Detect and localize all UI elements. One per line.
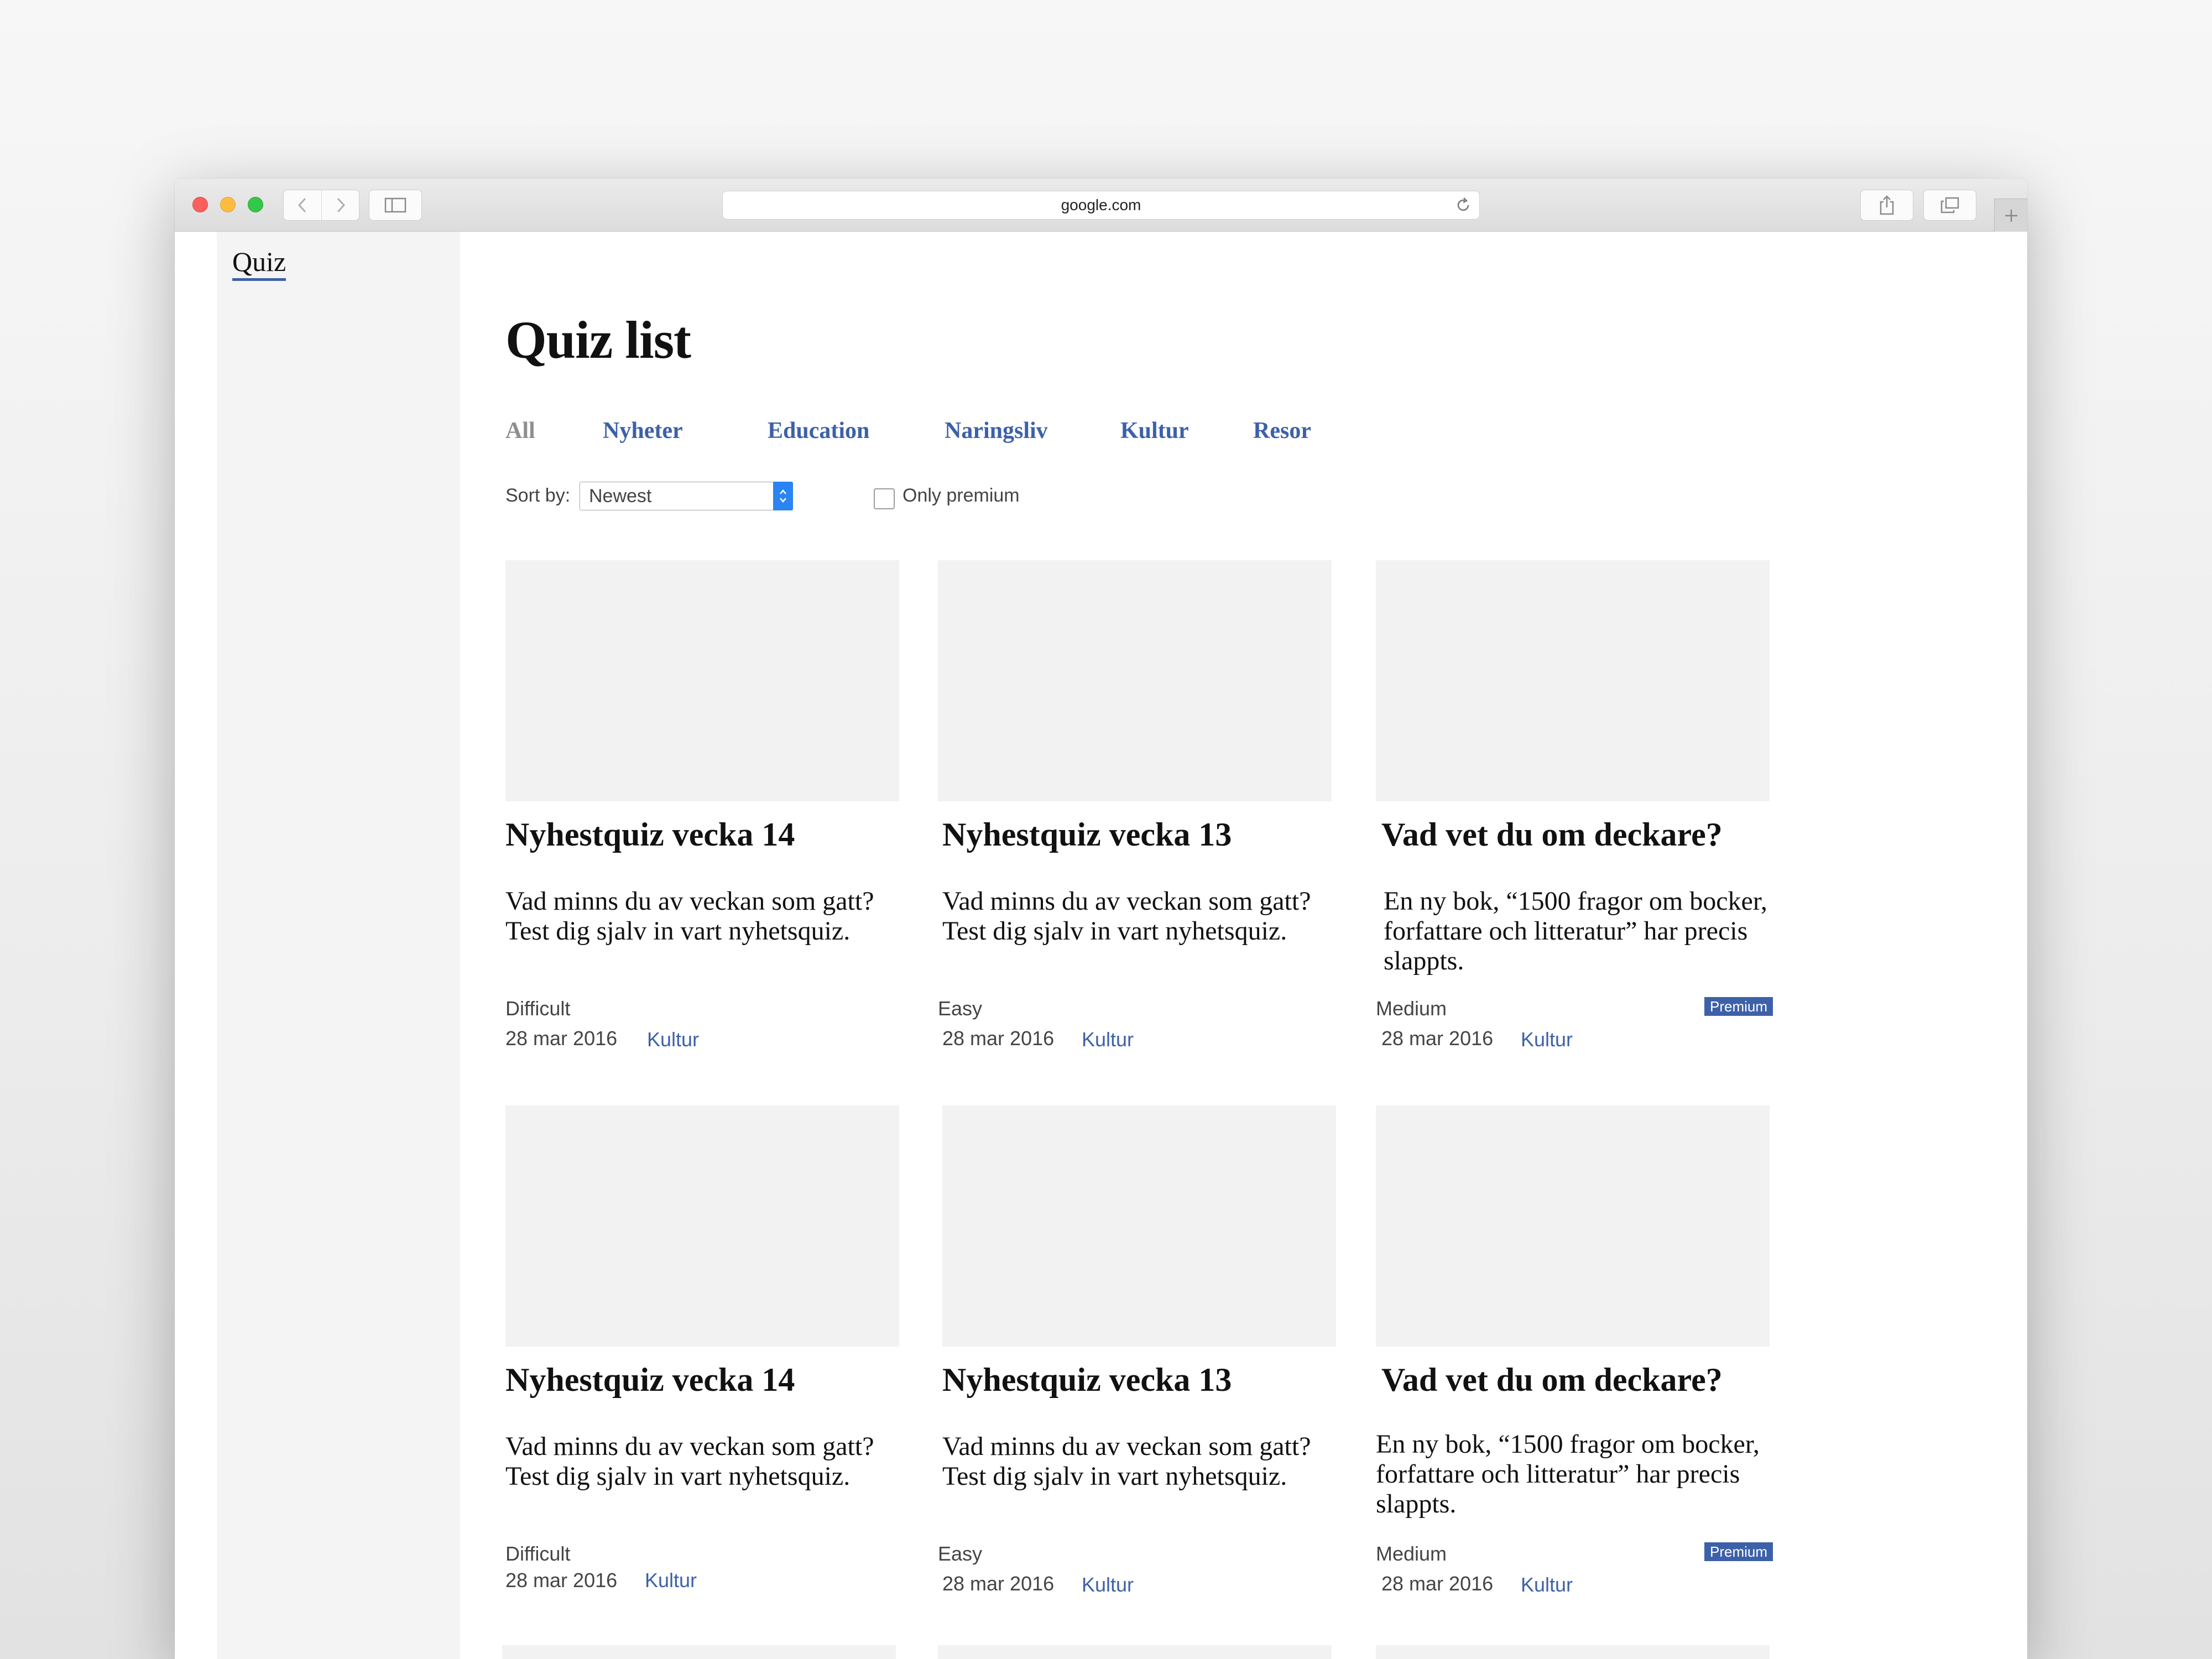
quiz-card[interactable]: Nyhestquiz vecka 13 Vad minns du av veck… — [938, 1105, 1336, 1636]
quiz-card-title[interactable]: Nyhestquiz vecka 13 — [942, 816, 1340, 854]
quiz-card[interactable]: Nyhestquiz vecka 14 Vad minns du av veck… — [505, 560, 899, 1091]
sort-select-value: Newest — [589, 486, 652, 507]
page-title: Quiz list — [505, 310, 691, 369]
quiz-card-description: En ny bok, “1500 fragor om bocker, forfa… — [1384, 886, 1767, 975]
quiz-card-description: En ny bok, “1500 fragor om bocker, forfa… — [1376, 1430, 1760, 1519]
quiz-card[interactable]: Vad vet du om deckare? En ny bok, “1500 … — [1376, 1105, 1773, 1636]
quiz-card-image[interactable] — [502, 1645, 896, 1659]
filter-education[interactable]: Education — [768, 418, 869, 444]
quiz-card-date: 28 mar 2016 — [1381, 1027, 1494, 1050]
quiz-card-category[interactable]: Kultur — [1082, 1028, 1134, 1051]
show-tabs-button[interactable] — [1923, 190, 1976, 221]
quiz-card-description: Vad minns du av veckan som gatt? Test di… — [942, 1432, 1311, 1491]
browser-toolbar: google.com — [175, 179, 2027, 232]
quiz-card-image[interactable] — [938, 1645, 1332, 1659]
navigation-buttons — [283, 190, 359, 221]
site-logo[interactable]: Quiz — [232, 246, 286, 281]
sidebar-toggle-button[interactable] — [369, 190, 422, 221]
quiz-card-description: Vad minns du av veckan som gatt? Test di… — [942, 886, 1311, 946]
only-premium-label[interactable]: Only premium — [902, 485, 1020, 507]
quiz-card-category[interactable]: Kultur — [647, 1028, 699, 1051]
quiz-card[interactable]: Nyhestquiz vecka 14 Vad minns du av veck… — [505, 1105, 899, 1636]
filter-kultur[interactable]: Kultur — [1120, 418, 1189, 444]
quiz-card-title[interactable]: Nyhestquiz vecka 14 — [505, 816, 904, 854]
quiz-card-title[interactable]: Vad vet du om deckare? — [1381, 1361, 1780, 1399]
quiz-card[interactable]: Nyhestquiz vecka 13 Vad minns du av veck… — [938, 560, 1332, 1091]
address-url: google.com — [1061, 196, 1141, 213]
quiz-card-description: Vad minns du av veckan som gatt? Test di… — [505, 1432, 874, 1491]
filter-resor[interactable]: Resor — [1253, 418, 1311, 444]
quiz-card-difficulty: Medium — [1376, 1542, 1447, 1565]
only-premium-checkbox[interactable] — [874, 488, 895, 509]
quiz-card-description: Vad minns du av veckan som gatt? Test di… — [505, 886, 874, 946]
sort-label: Sort by: — [505, 485, 571, 506]
quiz-card-title[interactable]: Nyhestquiz vecka 13 — [942, 1361, 1340, 1399]
quiz-card-image[interactable] — [1376, 1645, 1770, 1659]
quiz-card-title[interactable]: Vad vet du om deckare? — [1381, 816, 1780, 854]
quiz-card-image[interactable] — [938, 560, 1332, 801]
left-sidebar — [217, 232, 460, 1659]
quiz-card-category[interactable]: Kultur — [1521, 1573, 1573, 1597]
sidebar-icon — [384, 197, 406, 213]
quiz-card-category[interactable]: Kultur — [1082, 1573, 1134, 1597]
quiz-card-image[interactable] — [505, 560, 899, 801]
chevron-left-icon — [298, 197, 306, 213]
chevron-right-icon — [337, 197, 345, 213]
quiz-card-date: 28 mar 2016 — [505, 1569, 618, 1592]
tabs-icon — [1940, 197, 1959, 213]
quiz-card-date: 28 mar 2016 — [942, 1572, 1055, 1595]
premium-badge: Premium — [1704, 997, 1773, 1016]
share-button[interactable] — [1860, 190, 1913, 221]
zoom-window-button[interactable] — [248, 197, 263, 212]
select-arrows-icon — [773, 482, 793, 510]
filter-nyheter[interactable]: Nyheter — [603, 418, 683, 444]
premium-badge: Premium — [1704, 1542, 1773, 1561]
quiz-card-difficulty: Difficult — [505, 997, 571, 1020]
quiz-card-date: 28 mar 2016 — [942, 1027, 1055, 1050]
new-tab-button[interactable] — [1994, 199, 2027, 232]
quiz-card-difficulty: Difficult — [505, 1542, 571, 1565]
quiz-card-date: 28 mar 2016 — [1381, 1572, 1494, 1595]
quiz-card-image[interactable] — [505, 1105, 899, 1347]
quiz-card-difficulty: Easy — [938, 997, 983, 1020]
share-icon — [1880, 195, 1894, 215]
reload-icon[interactable] — [1455, 197, 1472, 213]
quiz-card-title[interactable]: Nyhestquiz vecka 14 — [505, 1361, 904, 1399]
minimize-window-button[interactable] — [220, 197, 236, 212]
plus-icon — [2005, 209, 2017, 222]
quiz-card-difficulty: Medium — [1376, 997, 1447, 1020]
filter-all[interactable]: All — [505, 418, 535, 444]
forward-button[interactable] — [321, 190, 359, 220]
browser-window: google.com Quiz Quiz list All Nyheter Ed… — [175, 179, 2027, 1659]
quiz-card[interactable]: Vad vet du om deckare? En ny bok, “1500 … — [1376, 560, 1773, 1091]
address-bar[interactable]: google.com — [722, 191, 1480, 220]
quiz-card-image[interactable] — [1376, 1105, 1770, 1347]
quiz-card-image[interactable] — [1376, 560, 1770, 801]
sort-select[interactable]: Newest — [580, 482, 793, 510]
close-window-button[interactable] — [192, 197, 208, 212]
filter-naringsliv[interactable]: Naringsliv — [945, 418, 1048, 444]
quiz-card-image[interactable] — [942, 1105, 1336, 1347]
quiz-card-date: 28 mar 2016 — [505, 1027, 618, 1050]
back-button[interactable] — [284, 190, 321, 220]
quiz-card-category[interactable]: Kultur — [1521, 1028, 1573, 1051]
quiz-card-category[interactable]: Kultur — [645, 1569, 697, 1592]
quiz-card-difficulty: Easy — [938, 1542, 983, 1565]
